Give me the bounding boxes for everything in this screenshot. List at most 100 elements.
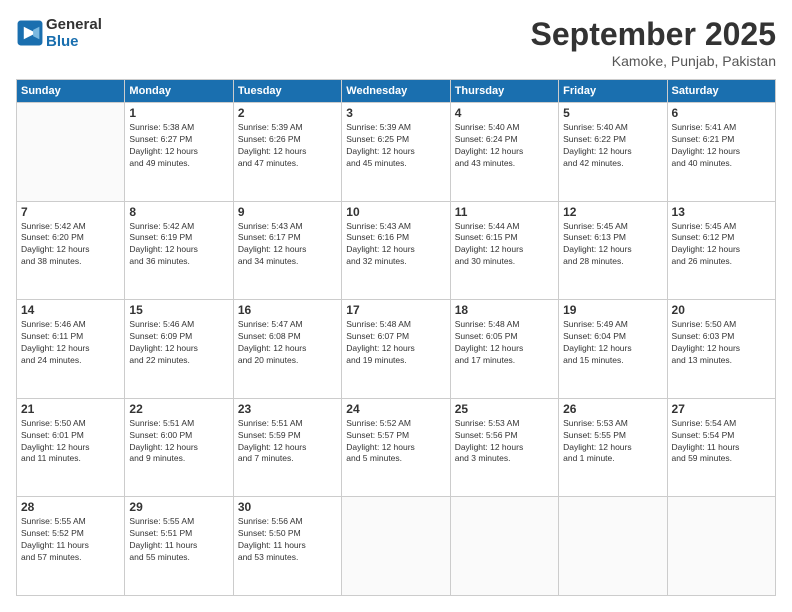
day-info: Sunrise: 5:50 AMSunset: 6:01 PMDaylight:… xyxy=(21,418,120,466)
calendar-cell-w4-d6: 27 Sunrise: 5:54 AMSunset: 5:54 PMDayligh… xyxy=(667,398,775,497)
title-area: September 2025 Kamoke, Punjab, Pakistan xyxy=(531,16,776,69)
logo-text: General Blue xyxy=(46,16,102,50)
day-number: 30 xyxy=(238,500,337,514)
calendar-cell-w2-d5: 12Sunrise: 5:45 AMSunset: 6:13 PMDayligh… xyxy=(559,201,667,300)
calendar-cell-w5-d3 xyxy=(342,497,450,596)
day-info: Sunrise: 5:42 AMSunset: 6:20 PMDaylight:… xyxy=(21,221,120,269)
calendar-cell-w3-d5: 19 Sunrise: 5:49 AMSunset: 6:04 PMDayligh… xyxy=(559,300,667,399)
calendar-cell-w2-d6: 13 Sunrise: 5:45 AMSunset: 6:12 PMDayligh… xyxy=(667,201,775,300)
calendar-cell-w1-d0 xyxy=(17,103,125,202)
day-info: Sunrise: 5:40 AMSunset: 6:24 PMDaylight:… xyxy=(455,122,554,170)
day-number: 13 xyxy=(672,205,771,219)
calendar-cell-w4-d2: 23Sunrise: 5:51 AMSunset: 5:59 PMDayligh… xyxy=(233,398,341,497)
day-number: 11 xyxy=(455,205,554,219)
day-info: Sunrise: 5:53 AMSunset: 5:56 PMDaylight:… xyxy=(455,418,554,466)
col-monday: Monday xyxy=(125,80,233,103)
calendar-cell-w2-d3: 10 Sunrise: 5:43 AMSunset: 6:16 PMDayligh… xyxy=(342,201,450,300)
day-info: Sunrise: 5:44 AMSunset: 6:15 PMDaylight:… xyxy=(455,221,554,269)
day-number: 22 xyxy=(129,402,228,416)
day-number: 23 xyxy=(238,402,337,416)
calendar-cell-w4-d4: 25Sunrise: 5:53 AMSunset: 5:56 PMDayligh… xyxy=(450,398,558,497)
col-saturday: Saturday xyxy=(667,80,775,103)
logo-icon xyxy=(16,19,44,47)
day-info: Sunrise: 5:55 AMSunset: 5:52 PMDaylight:… xyxy=(21,516,120,564)
calendar-cell-w1-d1: 1 Sunrise: 5:38 AMSunset: 6:27 PMDaylight… xyxy=(125,103,233,202)
calendar-cell-w5-d2: 30Sunrise: 5:56 AMSunset: 5:50 PMDayligh… xyxy=(233,497,341,596)
calendar-week-4: 21 Sunrise: 5:50 AMSunset: 6:01 PMDayligh… xyxy=(17,398,776,497)
page: General Blue September 2025 Kamoke, Punj… xyxy=(0,0,792,612)
calendar-cell-w3-d6: 20 Sunrise: 5:50 AMSunset: 6:03 PMDayligh… xyxy=(667,300,775,399)
calendar-table: Sunday Monday Tuesday Wednesday Thursday… xyxy=(16,79,776,596)
calendar-cell-w5-d0: 28 Sunrise: 5:55 AMSunset: 5:52 PMDayligh… xyxy=(17,497,125,596)
day-info: Sunrise: 5:42 AMSunset: 6:19 PMDaylight:… xyxy=(129,221,228,269)
day-info: Sunrise: 5:55 AMSunset: 5:51 PMDaylight:… xyxy=(129,516,228,564)
calendar-cell-w1-d4: 4 Sunrise: 5:40 AMSunset: 6:24 PMDaylight… xyxy=(450,103,558,202)
day-info: Sunrise: 5:51 AMSunset: 6:00 PMDaylight:… xyxy=(129,418,228,466)
calendar-week-3: 14 Sunrise: 5:46 AMSunset: 6:11 PMDayligh… xyxy=(17,300,776,399)
day-info: Sunrise: 5:48 AMSunset: 6:07 PMDaylight:… xyxy=(346,319,445,367)
day-info: Sunrise: 5:52 AMSunset: 5:57 PMDaylight:… xyxy=(346,418,445,466)
month-title: September 2025 xyxy=(531,16,776,53)
calendar-cell-w3-d4: 18 Sunrise: 5:48 AMSunset: 6:05 PMDayligh… xyxy=(450,300,558,399)
day-number: 28 xyxy=(21,500,120,514)
day-number: 17 xyxy=(346,303,445,317)
calendar-cell-w5-d6 xyxy=(667,497,775,596)
day-number: 14 xyxy=(21,303,120,317)
day-number: 26 xyxy=(563,402,662,416)
calendar-cell-w5-d5 xyxy=(559,497,667,596)
day-number: 10 xyxy=(346,205,445,219)
col-thursday: Thursday xyxy=(450,80,558,103)
day-number: 27 xyxy=(672,402,771,416)
day-number: 20 xyxy=(672,303,771,317)
day-number: 4 xyxy=(455,106,554,120)
calendar-cell-w3-d1: 15 Sunrise: 5:46 AMSunset: 6:09 PMDayligh… xyxy=(125,300,233,399)
day-number: 19 xyxy=(563,303,662,317)
day-info: Sunrise: 5:38 AMSunset: 6:27 PMDaylight:… xyxy=(129,122,228,170)
day-number: 5 xyxy=(563,106,662,120)
calendar-week-5: 28 Sunrise: 5:55 AMSunset: 5:52 PMDayligh… xyxy=(17,497,776,596)
header: General Blue September 2025 Kamoke, Punj… xyxy=(16,16,776,69)
logo: General Blue xyxy=(16,16,102,50)
day-info: Sunrise: 5:39 AMSunset: 6:26 PMDaylight:… xyxy=(238,122,337,170)
col-tuesday: Tuesday xyxy=(233,80,341,103)
col-sunday: Sunday xyxy=(17,80,125,103)
day-number: 21 xyxy=(21,402,120,416)
day-number: 24 xyxy=(346,402,445,416)
day-number: 2 xyxy=(238,106,337,120)
col-wednesday: Wednesday xyxy=(342,80,450,103)
day-number: 8 xyxy=(129,205,228,219)
day-number: 29 xyxy=(129,500,228,514)
day-info: Sunrise: 5:49 AMSunset: 6:04 PMDaylight:… xyxy=(563,319,662,367)
day-number: 15 xyxy=(129,303,228,317)
calendar-cell-w1-d2: 2 Sunrise: 5:39 AMSunset: 6:26 PMDaylight… xyxy=(233,103,341,202)
day-info: Sunrise: 5:40 AMSunset: 6:22 PMDaylight:… xyxy=(563,122,662,170)
day-number: 12 xyxy=(563,205,662,219)
day-info: Sunrise: 5:43 AMSunset: 6:16 PMDaylight:… xyxy=(346,221,445,269)
day-info: Sunrise: 5:48 AMSunset: 6:05 PMDaylight:… xyxy=(455,319,554,367)
day-info: Sunrise: 5:46 AMSunset: 6:11 PMDaylight:… xyxy=(21,319,120,367)
calendar-cell-w2-d0: 7Sunrise: 5:42 AMSunset: 6:20 PMDaylight… xyxy=(17,201,125,300)
day-info: Sunrise: 5:45 AMSunset: 6:12 PMDaylight:… xyxy=(672,221,771,269)
calendar-cell-w4-d5: 26 Sunrise: 5:53 AMSunset: 5:55 PMDayligh… xyxy=(559,398,667,497)
day-info: Sunrise: 5:47 AMSunset: 6:08 PMDaylight:… xyxy=(238,319,337,367)
day-info: Sunrise: 5:50 AMSunset: 6:03 PMDaylight:… xyxy=(672,319,771,367)
day-number: 9 xyxy=(238,205,337,219)
calendar-cell-w2-d4: 11 Sunrise: 5:44 AMSunset: 6:15 PMDayligh… xyxy=(450,201,558,300)
day-info: Sunrise: 5:53 AMSunset: 5:55 PMDaylight:… xyxy=(563,418,662,466)
day-number: 3 xyxy=(346,106,445,120)
day-number: 16 xyxy=(238,303,337,317)
day-info: Sunrise: 5:46 AMSunset: 6:09 PMDaylight:… xyxy=(129,319,228,367)
calendar-week-2: 7Sunrise: 5:42 AMSunset: 6:20 PMDaylight… xyxy=(17,201,776,300)
calendar-cell-w4-d3: 24 Sunrise: 5:52 AMSunset: 5:57 PMDayligh… xyxy=(342,398,450,497)
calendar-week-1: 1 Sunrise: 5:38 AMSunset: 6:27 PMDaylight… xyxy=(17,103,776,202)
calendar-header-row: Sunday Monday Tuesday Wednesday Thursday… xyxy=(17,80,776,103)
calendar-cell-w4-d0: 21 Sunrise: 5:50 AMSunset: 6:01 PMDayligh… xyxy=(17,398,125,497)
calendar-cell-w2-d1: 8 Sunrise: 5:42 AMSunset: 6:19 PMDaylight… xyxy=(125,201,233,300)
calendar-cell-w3-d0: 14 Sunrise: 5:46 AMSunset: 6:11 PMDayligh… xyxy=(17,300,125,399)
day-info: Sunrise: 5:39 AMSunset: 6:25 PMDaylight:… xyxy=(346,122,445,170)
calendar-cell-w3-d2: 16 Sunrise: 5:47 AMSunset: 6:08 PMDayligh… xyxy=(233,300,341,399)
day-number: 1 xyxy=(129,106,228,120)
day-number: 18 xyxy=(455,303,554,317)
day-info: Sunrise: 5:54 AMSunset: 5:54 PMDaylight:… xyxy=(672,418,771,466)
calendar-cell-w4-d1: 22 Sunrise: 5:51 AMSunset: 6:00 PMDayligh… xyxy=(125,398,233,497)
